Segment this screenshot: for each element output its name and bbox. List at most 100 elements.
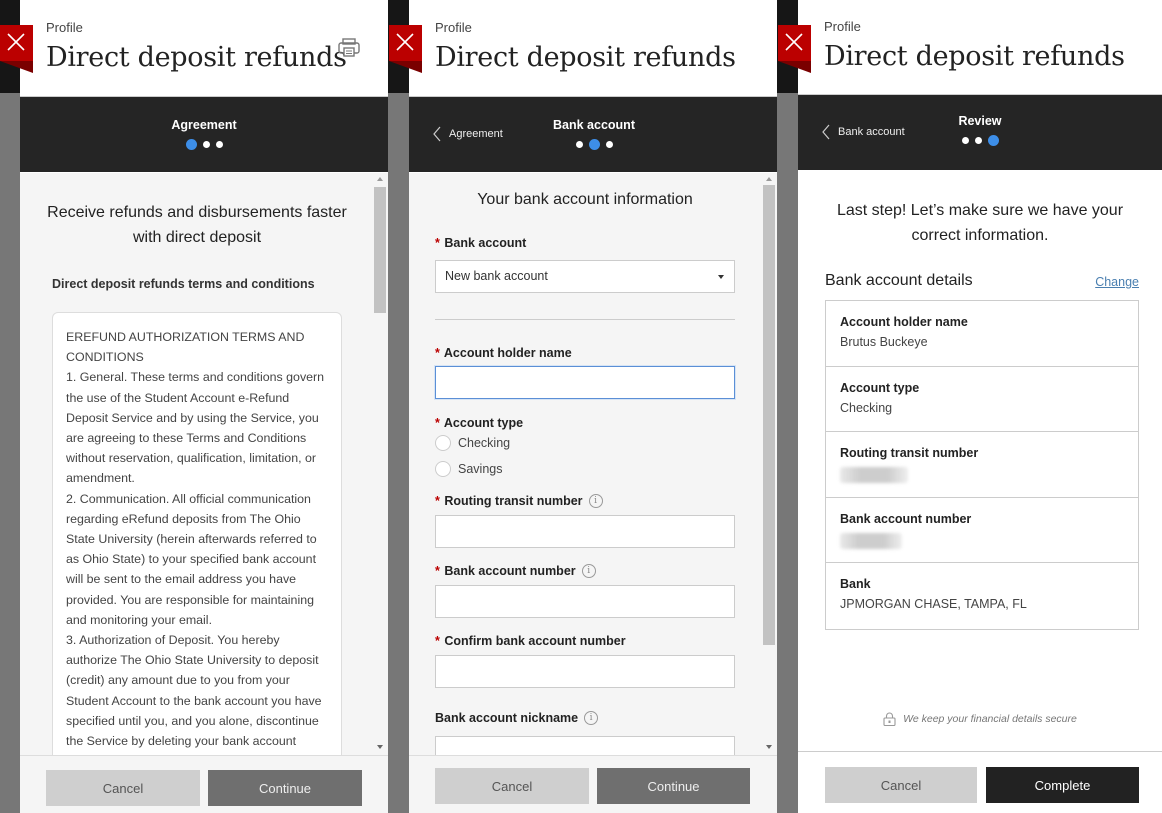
- radio-savings[interactable]: Savings: [435, 461, 502, 477]
- scroll-up-arrow[interactable]: [766, 177, 772, 181]
- close-icon: [396, 33, 414, 51]
- detail-row: Routing transit number: [826, 432, 1138, 498]
- review-screen: Profile Direct deposit refunds Bank acco…: [798, 0, 1162, 813]
- step-label: Agreement: [171, 118, 237, 132]
- terms-textbox[interactable]: EREFUND AUTHORIZATION TERMS AND CONDITIO…: [52, 312, 342, 755]
- scrollbar[interactable]: [763, 177, 775, 753]
- step-dot: [605, 141, 613, 148]
- close-button[interactable]: [0, 25, 33, 73]
- scrollbar[interactable]: [374, 177, 386, 753]
- step-dot-active: [987, 135, 999, 146]
- step-dot-active: [588, 139, 600, 150]
- scroll-down-arrow[interactable]: [766, 745, 772, 749]
- step-dot: [215, 141, 223, 148]
- scroll-down-arrow[interactable]: [377, 745, 383, 749]
- breadcrumb[interactable]: Profile: [824, 19, 861, 34]
- continue-button[interactable]: Continue: [597, 768, 750, 804]
- account-holder-input[interactable]: [435, 366, 735, 399]
- page-header: Profile Direct deposit refunds: [409, 0, 777, 97]
- detail-row: Account holder name Brutus Buckeye: [826, 301, 1138, 367]
- close-button[interactable]: [778, 25, 811, 73]
- confirm-account-number-input[interactable]: [435, 655, 735, 688]
- step-dots: [489, 139, 699, 150]
- footer-actions: Cancel Continue: [20, 755, 388, 813]
- page-header: Profile Direct deposit refunds: [798, 0, 1162, 95]
- bank-account-screen: Profile Direct deposit refunds Agreement…: [409, 0, 777, 813]
- change-link[interactable]: Change: [1095, 275, 1139, 289]
- detail-row: Bank account number: [826, 498, 1138, 564]
- step-label: Review: [958, 114, 1002, 128]
- close-icon: [7, 33, 25, 51]
- step-dot: [961, 137, 969, 144]
- account-number-label: * Bank account number i: [435, 564, 596, 578]
- terms-text: EREFUND AUTHORIZATION TERMS AND CONDITIO…: [66, 330, 325, 755]
- cancel-button[interactable]: Cancel: [435, 768, 589, 804]
- footer-actions: Cancel Continue: [409, 755, 777, 813]
- page-header: Profile Direct deposit refunds: [20, 0, 388, 97]
- detail-label: Account type: [840, 380, 920, 395]
- breadcrumb[interactable]: Profile: [435, 20, 472, 35]
- background-strip: [777, 0, 798, 813]
- cancel-button[interactable]: Cancel: [825, 767, 977, 803]
- close-button[interactable]: [389, 25, 422, 73]
- radio-button[interactable]: [435, 461, 451, 477]
- bank-account-select[interactable]: New bank account: [435, 260, 735, 293]
- form-title: Your bank account information: [477, 191, 693, 208]
- step-dot: [974, 137, 982, 144]
- agreement-screen: Profile Direct deposit refunds Agreement…: [20, 0, 388, 813]
- detail-label: Routing transit number: [840, 446, 979, 461]
- info-icon[interactable]: i: [581, 564, 596, 578]
- details-title: Bank account details: [825, 272, 973, 289]
- breadcrumb[interactable]: Profile: [46, 20, 83, 35]
- cancel-button[interactable]: Cancel: [46, 770, 200, 806]
- info-icon[interactable]: i: [588, 494, 603, 508]
- radio-checking[interactable]: Checking: [435, 435, 510, 451]
- page-title: Direct deposit refunds: [435, 42, 736, 73]
- terms-heading: Direct deposit refunds terms and conditi…: [52, 277, 315, 291]
- detail-value: Brutus Buckeye: [840, 335, 928, 349]
- radio-label: Savings: [458, 462, 503, 476]
- radio-button[interactable]: [435, 435, 451, 451]
- close-icon: [785, 33, 803, 51]
- redacted-value: [840, 467, 908, 484]
- lock-icon: [883, 712, 896, 726]
- background-strip: [0, 0, 20, 813]
- info-icon[interactable]: i: [584, 711, 599, 725]
- account-holder-label: * Account holder name: [435, 346, 572, 360]
- divider: [435, 319, 735, 320]
- step-dots: [20, 139, 388, 150]
- account-number-input[interactable]: [435, 585, 735, 618]
- complete-button[interactable]: Complete: [986, 767, 1139, 803]
- step-indicator: Bank account Review: [798, 95, 1162, 170]
- scrollbar-thumb[interactable]: [763, 185, 775, 645]
- print-icon[interactable]: [338, 38, 360, 62]
- step-dot-active: [185, 139, 197, 150]
- radio-label: Checking: [458, 436, 511, 450]
- scrollbar-thumb[interactable]: [374, 187, 386, 313]
- page-title: Direct deposit refunds: [824, 41, 1125, 72]
- agreement-content: Receive refunds and disbursements faster…: [20, 173, 388, 755]
- security-note: We keep your financial details secure: [798, 712, 1162, 726]
- routing-number-input[interactable]: [435, 515, 735, 548]
- detail-value: JPMORGAN CHASE, TAMPA, FL: [840, 597, 1027, 612]
- bank-account-label: * Bank account: [435, 236, 527, 250]
- continue-button[interactable]: Continue: [208, 770, 362, 806]
- routing-number-label: * Routing transit number i: [435, 494, 603, 508]
- footer-actions: Cancel Complete: [798, 751, 1162, 813]
- step-dots: [880, 135, 1080, 146]
- redacted-value: [840, 532, 902, 549]
- step-dot: [202, 141, 210, 148]
- details-card: Account holder name Brutus Buckeye Accou…: [825, 300, 1139, 630]
- detail-label: Account holder name: [840, 315, 968, 329]
- detail-row: Account type Checking: [826, 367, 1138, 433]
- confirm-account-number-label: * Confirm bank account number: [435, 634, 626, 648]
- step-dot: [575, 141, 583, 148]
- review-content: Last step! Let’s make sure we have your …: [798, 171, 1162, 751]
- detail-row: Bank JPMORGAN CHASE, TAMPA, FL: [826, 563, 1138, 629]
- scroll-up-arrow[interactable]: [377, 177, 383, 181]
- chevron-down-icon: [718, 275, 724, 279]
- review-heading: Last step! Let’s make sure we have your …: [836, 202, 1124, 244]
- chevron-left-icon: [433, 126, 441, 142]
- page-title: Direct deposit refunds: [46, 42, 347, 73]
- nickname-input[interactable]: [435, 736, 735, 755]
